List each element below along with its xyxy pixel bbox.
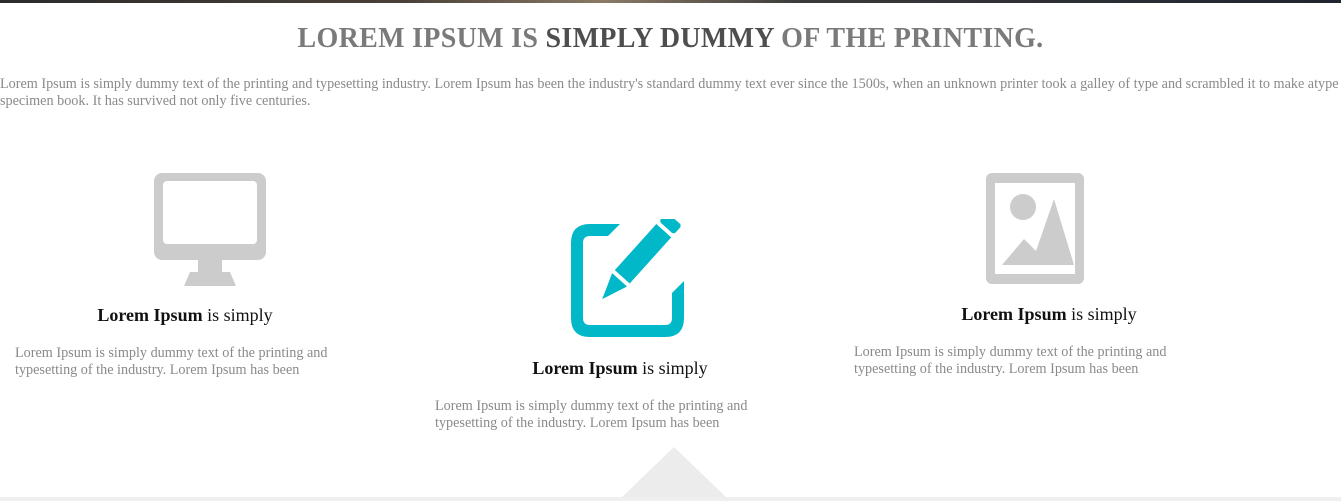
- feature-heading-rest: is simply: [202, 305, 273, 325]
- feature-heading: Lorem Ipsum is simply: [879, 303, 1219, 325]
- feature-heading-bold: Lorem Ipsum: [961, 304, 1067, 324]
- feature-heading: Lorem Ipsum is simply: [15, 304, 355, 326]
- feature-heading-bold: Lorem Ipsum: [97, 305, 203, 325]
- feature-text: Lorem Ipsum is simply dummy text of the …: [854, 344, 1167, 377]
- header-image-strip: [0, 0, 1341, 3]
- feature-heading: Lorem Ipsum is simply: [450, 357, 790, 379]
- feature-text: Lorem Ipsum is simply dummy text of the …: [435, 398, 748, 431]
- edit-icon: [570, 213, 688, 344]
- section-pointer-triangle: [620, 447, 728, 499]
- monitor-icon: [154, 173, 266, 291]
- feature-heading-rest: is simply: [1066, 304, 1137, 324]
- image-icon: [986, 173, 1084, 289]
- feature-heading-rest: is simply: [637, 358, 708, 378]
- title-part-1: LOREM IPSUM IS: [297, 23, 546, 54]
- title-part-3: OF THE PRINTING.: [773, 23, 1044, 54]
- section-intro: Lorem Ipsum is simply dummy text of the …: [0, 76, 1339, 109]
- section-bottom-divider: [0, 497, 1341, 501]
- section-title: LOREM IPSUM IS SIMPLY DUMMY OF THE PRINT…: [0, 20, 1341, 58]
- feature-heading-bold: Lorem Ipsum: [532, 358, 638, 378]
- title-part-2: SIMPLY DUMMY: [545, 23, 774, 54]
- feature-text: Lorem Ipsum is simply dummy text of the …: [15, 345, 328, 378]
